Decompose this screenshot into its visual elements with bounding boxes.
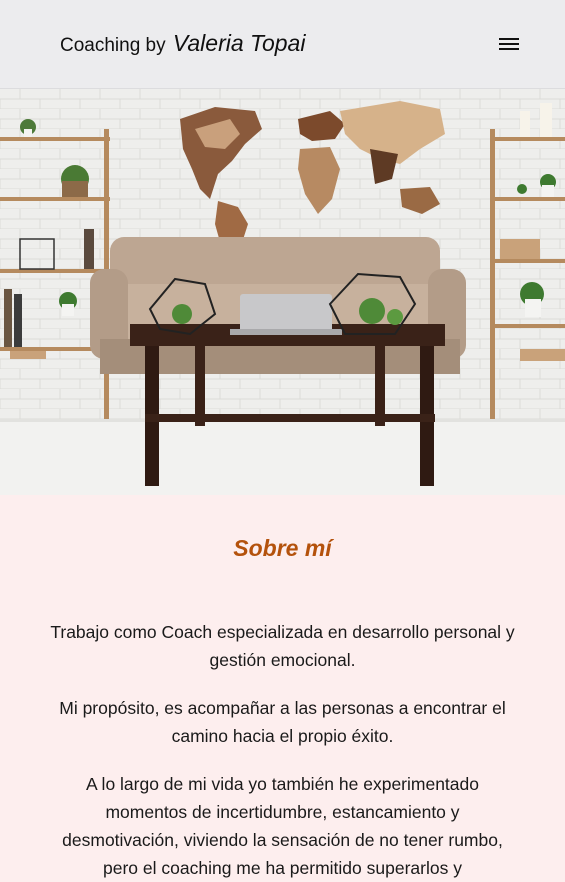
section-title: Sobre mí bbox=[233, 535, 332, 561]
hero-image bbox=[0, 89, 565, 495]
about-paragraph-2: Mi propósito, es acompañar a las persona… bbox=[59, 698, 506, 746]
site-header: Coaching by Valeria Topai bbox=[0, 0, 565, 89]
about-section: Sobre mí Trabajo como Coach especializad… bbox=[0, 495, 565, 881]
site-logo[interactable]: Coaching by Valeria Topai bbox=[60, 30, 305, 57]
brand-name: Valeria Topai bbox=[172, 30, 306, 56]
hamburger-menu-icon[interactable] bbox=[497, 35, 521, 53]
about-paragraph-3: A lo largo de mi vida yo también he expe… bbox=[62, 774, 503, 878]
about-paragraph-1: Trabajo como Coach especializada en desa… bbox=[50, 622, 515, 670]
brand-prefix: Coaching by bbox=[60, 35, 166, 56]
